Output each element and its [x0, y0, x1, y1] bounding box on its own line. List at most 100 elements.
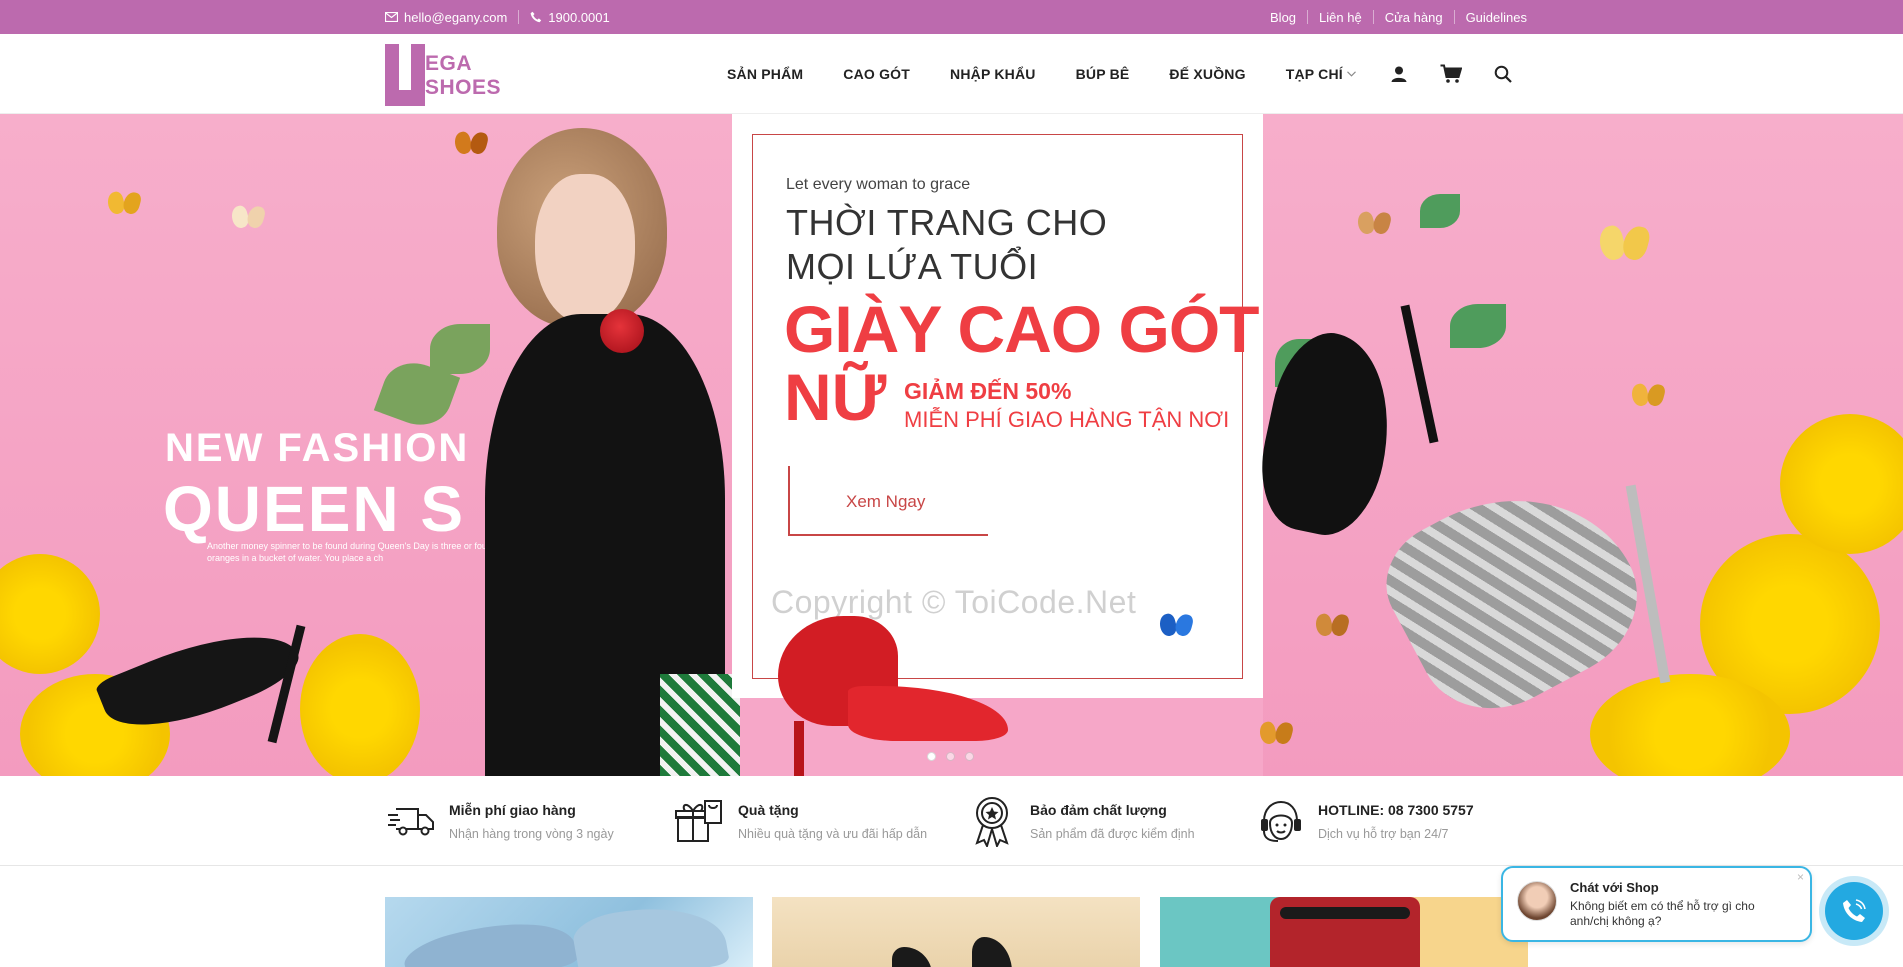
agent-avatar: [1517, 881, 1557, 921]
service-free-shipping: Miễn phí giao hàng Nhận hàng trong vòng …: [385, 776, 614, 866]
promo-product-line1: GIÀY CAO GÓT: [784, 292, 1259, 366]
chat-launcher-button[interactable]: [1825, 882, 1883, 940]
logo-text-line2: SHOES: [425, 76, 502, 99]
blue-shoe-image: [400, 904, 580, 967]
nav-item-magazine-label: TẠP CHÍ: [1285, 66, 1343, 82]
top-link-contact[interactable]: Liên hệ: [1319, 10, 1362, 25]
slider-dot-2[interactable]: [946, 752, 955, 761]
service-subtitle: Nhận hàng trong vòng 3 ngày: [449, 826, 614, 841]
butterfly-icon: [229, 204, 267, 234]
search-icon[interactable]: [1492, 63, 1514, 85]
strappy-heel-image: [94, 584, 340, 774]
divider: [1453, 10, 1455, 24]
rose-decoration: [600, 309, 644, 353]
butterfly-icon: [1313, 612, 1351, 642]
nav-item-high-heels[interactable]: CAO GÓT: [843, 66, 910, 82]
promo-discount: GIẢM ĐẾN 50%: [904, 378, 1072, 404]
logo-text-line1: EGA: [425, 52, 473, 75]
red-heel-image: [768, 576, 1013, 776]
hero-left-subtitle: NEW FASHION: [165, 426, 470, 470]
butterfly-icon: [452, 130, 490, 160]
nav-item-magazine[interactable]: TẠP CHÍ: [1286, 66, 1356, 82]
butterfly-icon: [1596, 223, 1652, 266]
hero-slider[interactable]: NEW FASHION QUEEN S Another money spinne…: [0, 114, 1903, 776]
blue-shoe-image: [570, 897, 730, 967]
nav-item-flats[interactable]: BÚP BÊ: [1076, 66, 1130, 82]
butterfly-icon: [1629, 382, 1667, 412]
headset-icon: [1254, 795, 1306, 847]
divider: [1307, 10, 1309, 24]
black-boot-image: [892, 947, 932, 967]
service-title: Bảo đảm chất lượng: [1030, 801, 1167, 818]
category-banner-2[interactable]: [772, 897, 1140, 967]
butterfly-icon: [1355, 210, 1393, 240]
mail-icon: [385, 12, 398, 22]
site-logo[interactable]: EGA SHOES: [385, 44, 505, 106]
category-banner-1[interactable]: [385, 897, 753, 967]
top-bar: hello@egany.com 1900.0001 Blog Liên hệ C…: [0, 0, 1903, 34]
black-boot-image: [972, 937, 1012, 967]
slider-dot-1[interactable]: [927, 752, 936, 761]
model-skirt: [660, 674, 740, 776]
butterfly-icon: [105, 190, 143, 220]
service-subtitle: Sản phẩm đã được kiểm định: [1030, 826, 1195, 841]
gift-icon: [674, 795, 726, 847]
nav-item-products[interactable]: SẢN PHẨM: [727, 66, 803, 82]
user-icon[interactable]: [1388, 63, 1410, 85]
butterfly-icon: [1257, 720, 1295, 750]
silver-heel-image: [1366, 404, 1740, 764]
service-title: Miễn phí giao hàng: [449, 801, 576, 818]
chat-message: Không biết em có thể hỗ trợ gì cho anh/c…: [1570, 899, 1755, 928]
service-title: Quà tặng: [738, 801, 799, 818]
red-sneaker-image: [1280, 907, 1410, 919]
top-link-stores[interactable]: Cửa hàng: [1385, 10, 1443, 25]
phone-text: 1900.0001: [548, 9, 610, 25]
email-contact[interactable]: hello@egany.com: [385, 10, 507, 25]
chat-popup[interactable]: Chát với Shop Không biết em có thể hỗ tr…: [1501, 866, 1812, 942]
top-link-blog[interactable]: Blog: [1270, 10, 1296, 25]
service-quality: Bảo đảm chất lượng Sản phẩm đã được kiểm…: [966, 776, 1195, 866]
nav-item-imported[interactable]: NHẬP KHẨU: [950, 66, 1036, 82]
phone-icon: [1843, 899, 1866, 922]
quality-badge-icon: [966, 795, 1018, 847]
shop-now-label: Xem Ngay: [846, 492, 926, 511]
service-subtitle: Dịch vụ hỗ trợ bạn 24/7: [1318, 826, 1449, 841]
chat-title: Chát với Shop: [1570, 880, 1659, 895]
close-icon[interactable]: ×: [1797, 870, 1804, 884]
category-banner-3[interactable]: [1160, 897, 1528, 967]
slider-pagination: [927, 752, 974, 761]
main-header: EGA SHOES SẢN PHẨM CAO GÓT NHẬP KHẨU BÚP…: [0, 34, 1903, 114]
shop-now-button[interactable]: Xem Ngay: [788, 466, 988, 536]
butterfly-icon: [1157, 612, 1195, 642]
cart-icon[interactable]: [1440, 63, 1462, 85]
nav-item-wedges[interactable]: ĐẾ XUỒNG: [1169, 66, 1245, 82]
top-link-guidelines[interactable]: Guidelines: [1466, 10, 1527, 25]
promo-headline: THỜI TRANG CHO MỌI LỨA TUỔI: [786, 202, 1108, 287]
services-bar: Miễn phí giao hàng Nhận hàng trong vòng …: [0, 776, 1903, 866]
promo-product-line2: NỮ: [784, 360, 887, 434]
service-subtitle: Nhiều quà tặng và ưu đãi hấp dẫn: [738, 826, 928, 841]
delivery-truck-icon: [385, 795, 437, 847]
hero-left-title: QUEEN S: [163, 473, 466, 545]
divider: [518, 10, 520, 24]
logo-mark-cut: [399, 44, 411, 90]
service-gifts: Quà tặng Nhiều quà tặng và ưu đãi hấp dẫ…: [674, 776, 927, 866]
service-hotline: HOTLINE: 08 7300 5757 Dịch vụ hỗ trợ bạn…: [1254, 776, 1474, 866]
shoe-body: [1366, 451, 1664, 737]
phone-contact[interactable]: 1900.0001: [530, 9, 610, 25]
shoe-toe: [848, 686, 1008, 741]
cta-border-bottom: [788, 534, 988, 536]
leaf-decoration: [1420, 194, 1460, 228]
model-face: [535, 174, 635, 324]
slider-dot-3[interactable]: [965, 752, 974, 761]
phone-icon: [530, 11, 542, 23]
service-title: HOTLINE: 08 7300 5757: [1318, 801, 1474, 818]
main-nav: SẢN PHẨM CAO GÓT NHẬP KHẨU BÚP BÊ ĐẾ XUỒ…: [727, 34, 1356, 114]
model-image: [455, 114, 740, 776]
divider: [1372, 10, 1374, 24]
promo-tagline: Let every woman to grace: [786, 176, 971, 193]
shoe-heel: [794, 721, 804, 776]
cta-border-left: [788, 466, 790, 536]
header-actions: [1388, 34, 1514, 114]
chevron-down-icon: [1346, 71, 1356, 77]
